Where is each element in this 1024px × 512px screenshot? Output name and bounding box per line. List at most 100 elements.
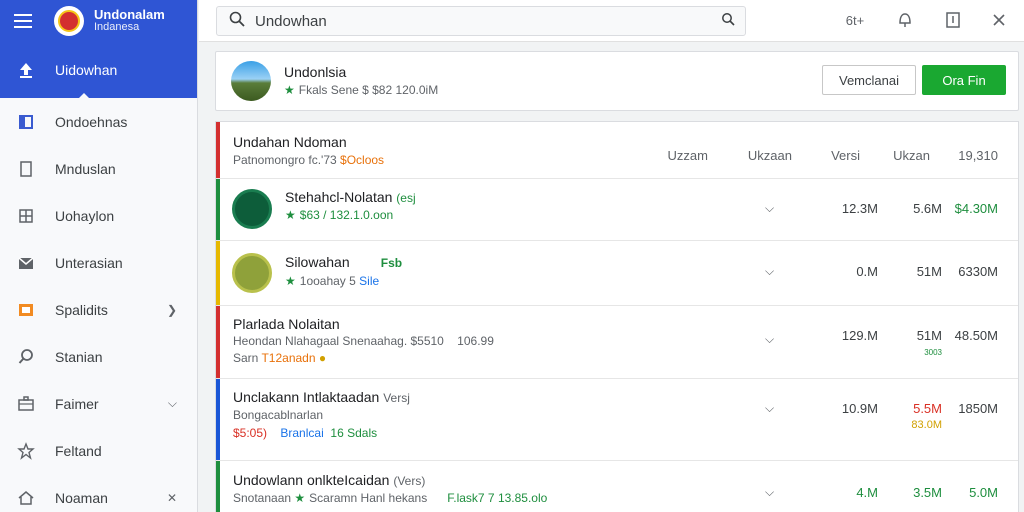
sidebar-item-unterasian[interactable]: Unterasian xyxy=(0,239,197,286)
upload-icon xyxy=(16,60,36,80)
item-subtitle: Snotanaan ★ Scaramn Hanl hekans F.lask7 7… xyxy=(233,491,547,505)
item-tag: (Vers) xyxy=(393,474,426,488)
language-label: 6t+ xyxy=(845,12,865,28)
search-submit-icon[interactable] xyxy=(721,12,735,31)
list-header-title: Undahan Ndoman xyxy=(233,134,347,150)
language-selector[interactable]: 6t+ xyxy=(839,9,871,31)
item-meta-value: T12anadn xyxy=(261,351,316,365)
search-box[interactable]: Undowhan xyxy=(216,6,746,36)
item-subtitle: Bongacablnarlan xyxy=(233,408,324,422)
header-sub-text: Patnomongro fc.'73 xyxy=(233,153,341,167)
sidebar-item-ondoehnas[interactable]: Ondoehnas xyxy=(0,98,197,145)
row-accent-bar xyxy=(216,179,220,240)
brand-subtitle: Indanesa xyxy=(94,21,140,34)
chevron-down-icon[interactable]: ⌵ xyxy=(765,485,774,500)
item-value: 5.5M xyxy=(913,401,942,416)
secondary-button[interactable]: Vemclanai xyxy=(822,65,916,95)
sidebar-item-spalidits[interactable]: Spalidits ❯ xyxy=(0,286,197,333)
list-item[interactable]: Silowahan Fsb ★ 1ooahay 5 Sile ⌵ 0.M 51M … xyxy=(216,241,1018,306)
header-sub-value: $Ocloos xyxy=(340,153,385,167)
search-input[interactable]: Undowhan xyxy=(255,13,721,30)
item-sub-link[interactable]: Sile xyxy=(359,274,379,288)
item-value: 51M xyxy=(916,264,942,279)
bookmark-page-icon[interactable] xyxy=(941,9,965,31)
logo xyxy=(54,6,84,36)
sidebar-item-mnduslan[interactable]: Mnduslan xyxy=(0,145,197,192)
chevron-right-icon[interactable]: ❯ xyxy=(167,303,177,317)
sidebar-item-noaman[interactable]: Noaman ✕ xyxy=(0,474,197,512)
close-icon[interactable] xyxy=(987,9,1011,31)
menu-icon[interactable] xyxy=(14,14,32,28)
list-item[interactable]: Plarlada Nolaitan Heondan Nlahagaal Snen… xyxy=(216,306,1018,379)
notification-icon[interactable] xyxy=(893,9,917,31)
item-sub-text: 1ooahay 5 xyxy=(299,274,360,288)
item-meta: $5:05) Branlcai 16 Sdals xyxy=(233,426,377,440)
app-subtitle: ★ Fkals Sene $ $82 120.0iM xyxy=(284,83,438,97)
chevron-down-icon[interactable]: ⌵ xyxy=(765,332,774,347)
app-list: Undahan Ndoman Patnomongro fc.'73 $Ocloo… xyxy=(215,121,1019,512)
item-sub-value: F.lask7 7 13.85.olo xyxy=(447,491,548,505)
primary-button[interactable]: Ora Fin xyxy=(922,65,1006,95)
document-icon xyxy=(16,159,36,179)
sidebar-item-uohaylon[interactable]: Uohaylon xyxy=(0,192,197,239)
item-title: Silowahan Fsb xyxy=(285,254,402,270)
item-value: 48.50M xyxy=(954,328,998,343)
list-item[interactable]: Unclakann Intlaktaadan Versj Bongacablna… xyxy=(216,379,1018,461)
item-meta-link[interactable]: Branlcai xyxy=(280,426,323,440)
item-title-text: Silowahan xyxy=(285,254,350,270)
item-value: 51M xyxy=(916,328,942,343)
sidebar-item-feltand[interactable]: Feltand xyxy=(0,427,197,474)
item-title-text: Stehahcl-Nolatan xyxy=(285,189,393,205)
search-icon xyxy=(16,347,36,367)
item-sub-detail: Scaramn Hanl hekans xyxy=(309,491,428,505)
search-icon xyxy=(229,11,245,32)
row-accent-bar xyxy=(216,306,220,378)
app-title: Undonlsia xyxy=(284,64,347,80)
column-header[interactable]: Uzzam xyxy=(668,148,708,163)
list-item[interactable]: Stehahcl-Nolatan (esj ★ $63 / 132.1.0.oon… xyxy=(216,179,1018,241)
list-header-sub: Patnomongro fc.'73 $Ocloos xyxy=(233,153,384,167)
sidebar-item-label: Feltand xyxy=(55,442,102,459)
sidebar-item-stanian[interactable]: Stanian xyxy=(0,333,197,380)
brand-title: Undonalam xyxy=(94,7,165,23)
app-icon xyxy=(232,189,272,229)
row-accent-bar xyxy=(216,241,220,305)
chevron-down-icon[interactable]: ⌵ xyxy=(168,396,177,411)
sidebar-item-label: Unterasian xyxy=(55,254,123,271)
item-value: 4.M xyxy=(856,485,878,500)
column-header[interactable]: Ukzaan xyxy=(748,148,792,163)
column-header[interactable]: Ukzan xyxy=(893,148,930,163)
chevron-down-icon[interactable]: ⌵ xyxy=(765,264,774,279)
star-icon: ★ xyxy=(294,491,306,505)
star-icon: ★ xyxy=(285,274,296,288)
item-value: 0.M xyxy=(856,264,878,279)
item-subvalue: 3003 xyxy=(924,348,942,357)
item-value: 129.M xyxy=(841,328,878,343)
bookmark-icon xyxy=(16,112,36,132)
sidebar-item-label: Faimer xyxy=(55,395,99,412)
list-header: Undahan Ndoman Patnomongro fc.'73 $Ocloo… xyxy=(216,122,1018,179)
item-meta-text: Sarn xyxy=(233,351,262,365)
item-meta-count: 16 Sdals xyxy=(330,426,378,440)
chevron-down-icon[interactable]: ⌵ xyxy=(765,201,774,216)
item-subtitle: ★ $63 / 132.1.0.oon xyxy=(285,208,393,222)
item-value: 10.9M xyxy=(841,401,878,416)
grid-icon xyxy=(16,206,36,226)
item-title: Plarlada Nolaitan xyxy=(233,316,340,332)
close-icon[interactable]: ✕ xyxy=(167,491,177,505)
chevron-down-icon[interactable]: ⌵ xyxy=(765,401,774,416)
column-header[interactable]: Versi xyxy=(831,148,860,163)
row-accent-bar xyxy=(216,461,220,512)
sidebar-item-faimer[interactable]: Faimer ⌵ xyxy=(0,380,197,427)
list-item[interactable]: Undowlann onlkteIcaidan (Vers) Snotanaan… xyxy=(216,461,1018,512)
home-icon xyxy=(16,488,36,508)
item-value: 1850M xyxy=(958,401,998,416)
box-icon xyxy=(16,300,36,320)
item-value: 3.5M xyxy=(913,485,942,500)
item-title-text: Unclakann Intlaktaadan xyxy=(233,389,380,405)
column-header[interactable]: 19,310 xyxy=(958,148,998,163)
star-icon: ★ xyxy=(285,208,296,222)
item-value: 5.0M xyxy=(969,485,998,500)
sidebar-item-uidowhan[interactable]: Uidowhan xyxy=(0,42,197,99)
item-value: 5.6M xyxy=(913,201,942,216)
